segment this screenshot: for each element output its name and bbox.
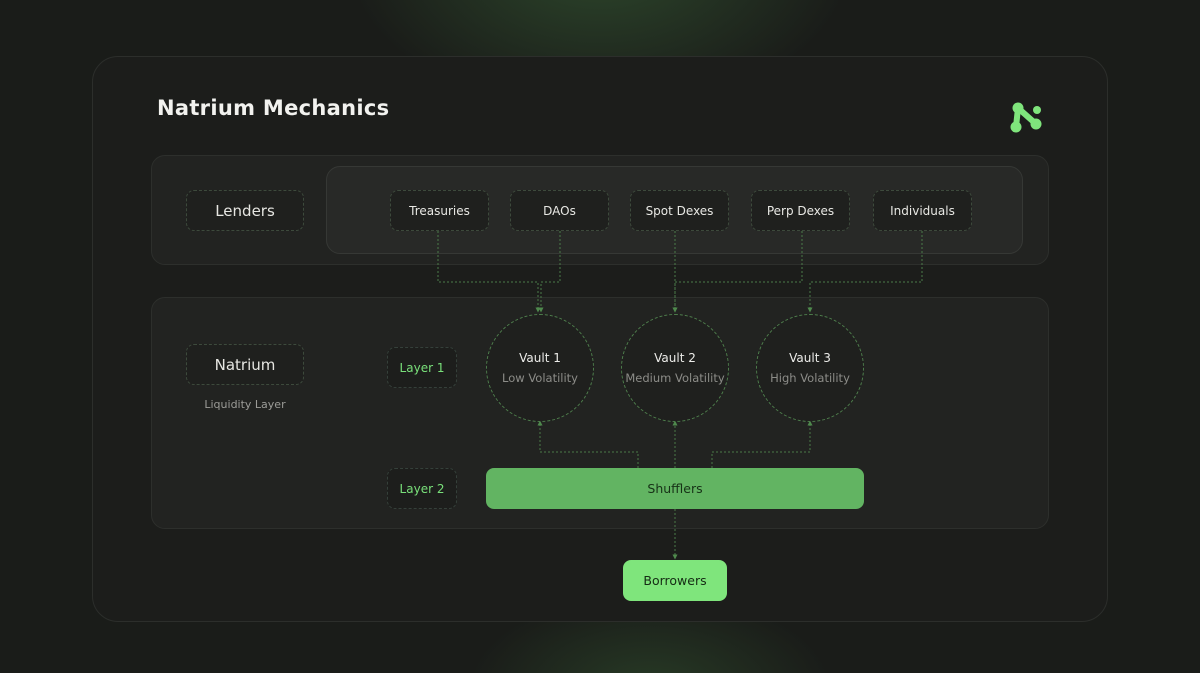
vault-volatility: High Volatility — [770, 371, 850, 385]
vault-3: Vault 3 High Volatility — [756, 314, 864, 422]
source-treasuries: Treasuries — [390, 190, 489, 231]
source-spot-dexes: Spot Dexes — [630, 190, 729, 231]
source-daos: DAOs — [510, 190, 609, 231]
vault-name: Vault 2 — [654, 351, 696, 365]
source-perp-dexes: Perp Dexes — [751, 190, 850, 231]
vault-1: Vault 1 Low Volatility — [486, 314, 594, 422]
shufflers-bar: Shufflers — [486, 468, 864, 509]
vault-volatility: Medium Volatility — [625, 371, 725, 385]
vault-name: Vault 3 — [789, 351, 831, 365]
natrium-logo-icon — [1010, 102, 1042, 133]
page-title: Natrium Mechanics — [157, 96, 390, 120]
lenders-label: Lenders — [186, 190, 304, 231]
natrium-label: Natrium — [186, 344, 304, 385]
vault-volatility: Low Volatility — [502, 371, 578, 385]
layer-1-label: Layer 1 — [387, 347, 457, 388]
layer-2-label: Layer 2 — [387, 468, 457, 509]
vault-name: Vault 1 — [519, 351, 561, 365]
vault-2: Vault 2 Medium Volatility — [621, 314, 729, 422]
source-individuals: Individuals — [873, 190, 972, 231]
liquidity-layer-caption: Liquidity Layer — [204, 398, 286, 411]
borrowers-box: Borrowers — [623, 560, 727, 601]
